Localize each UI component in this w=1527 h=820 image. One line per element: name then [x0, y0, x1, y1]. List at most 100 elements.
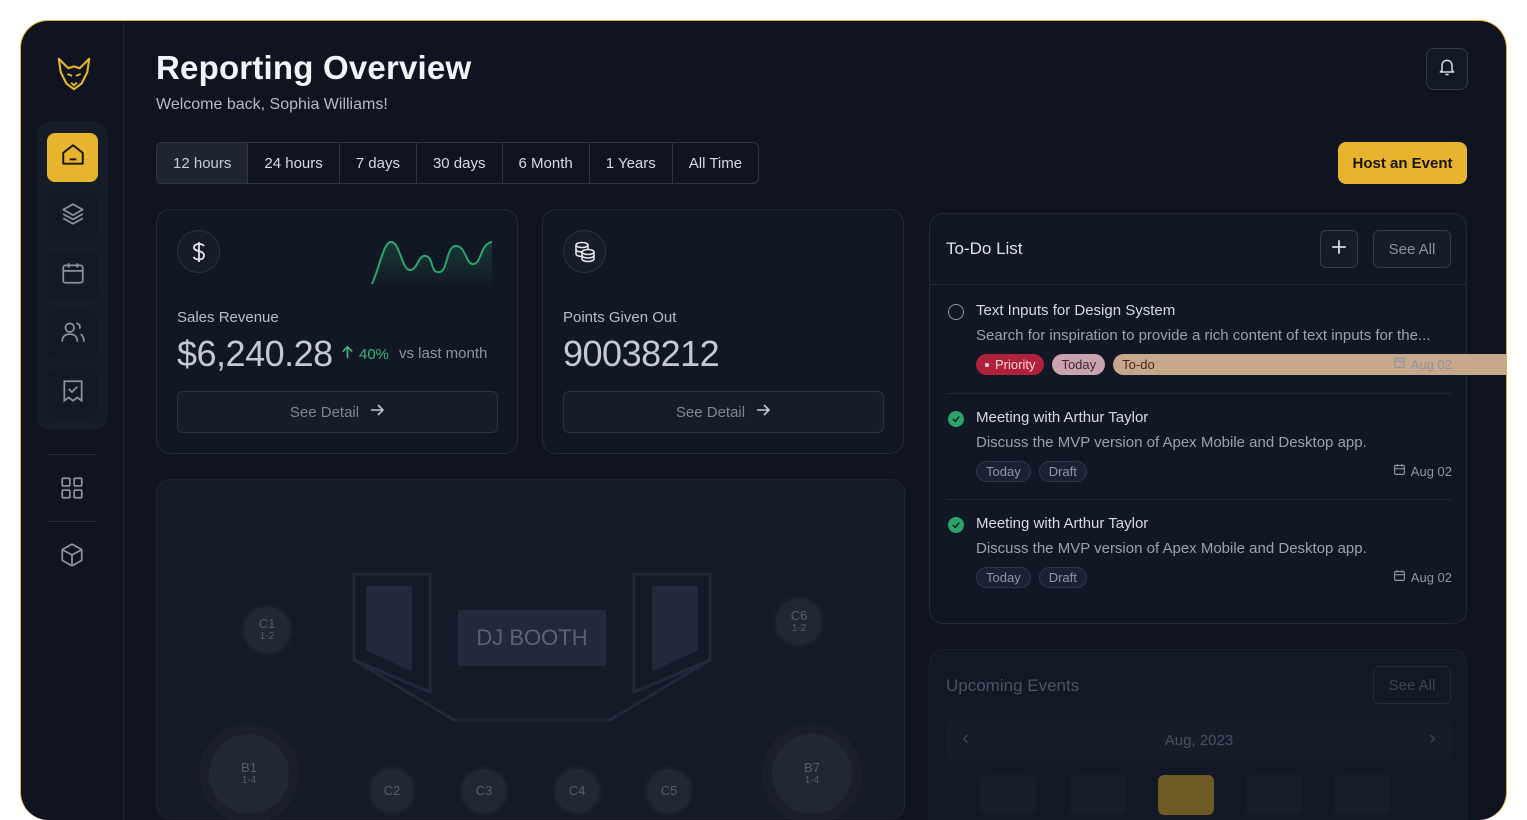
- table-name: C1: [258, 616, 276, 631]
- todo-title: To-Do List: [946, 239, 1023, 258]
- revenue-sparkline: [371, 241, 493, 288]
- table-c2[interactable]: C2: [367, 766, 417, 816]
- bell-icon: [1437, 57, 1457, 82]
- tag-draft: Draft: [1038, 461, 1087, 482]
- tag-draft: Draft: [1038, 567, 1087, 588]
- see-detail-label: See Detail: [675, 403, 746, 421]
- app-window: Reporting Overview Welcome back, Sophia …: [20, 20, 1507, 820]
- table-name: C6: [790, 608, 808, 623]
- points-given-card: Points Given Out 90038212 See Detail: [542, 209, 904, 454]
- check-circle-icon[interactable]: [948, 411, 964, 427]
- welcome-subtitle: Welcome back, Sophia Williams!: [156, 96, 388, 113]
- table-name: B1: [241, 760, 257, 775]
- table-c5[interactable]: C5: [644, 766, 694, 816]
- sales-revenue-value: $6,240.28: [177, 333, 333, 374]
- calendar-icon: [1393, 463, 1406, 479]
- sidebar-divider: [47, 454, 97, 455]
- todo-divider: [946, 499, 1452, 500]
- arrow-up-icon: [340, 345, 355, 364]
- table-c6[interactable]: C6 1-2: [773, 596, 825, 648]
- table-c4[interactable]: C4: [552, 766, 602, 816]
- check-circle-icon[interactable]: [948, 517, 964, 533]
- table-capacity: 1-4: [804, 775, 820, 786]
- dj-booth: DJ BOOTH: [458, 610, 606, 666]
- table-name: C4: [568, 783, 586, 798]
- points-see-detail-button[interactable]: See Detail: [563, 391, 884, 433]
- todo-date-text: Aug 02: [1410, 569, 1452, 585]
- todo-item[interactable]: Meeting with Arthur Taylor Discuss the M…: [946, 409, 1452, 489]
- tab-all-time[interactable]: All Time: [673, 143, 758, 183]
- plus-icon: [1330, 238, 1348, 261]
- notifications-button[interactable]: [1426, 48, 1468, 90]
- nav-item-home[interactable]: [47, 133, 98, 182]
- fox-logo[interactable]: [55, 55, 93, 93]
- table-capacity: 1-4: [241, 775, 257, 786]
- tag-today: Today: [976, 567, 1031, 588]
- calendar-icon: [1393, 569, 1406, 585]
- tab-30-days[interactable]: 30 days: [417, 143, 503, 183]
- table-capacity: 1-2: [791, 623, 807, 634]
- todo-divider: [930, 284, 1466, 285]
- add-todo-button[interactable]: [1320, 230, 1358, 268]
- chevron-left-icon[interactable]: [960, 732, 972, 749]
- cube-icon[interactable]: [59, 542, 85, 568]
- tab-7-days[interactable]: 7 days: [340, 143, 417, 183]
- todo-item[interactable]: Text Inputs for Design System Search for…: [946, 302, 1506, 382]
- table-b7[interactable]: B7 1-4: [762, 724, 862, 820]
- chevron-right-icon[interactable]: [1426, 732, 1438, 749]
- day-chip[interactable]: [980, 775, 1036, 815]
- sales-see-detail-button[interactable]: See Detail: [177, 391, 498, 433]
- table-c1[interactable]: C1 1-2: [241, 604, 293, 656]
- todo-item-date: Aug 02: [1393, 569, 1452, 585]
- arrow-right-icon: [755, 402, 771, 422]
- dot-icon: [985, 362, 989, 367]
- todo-item-description: Discuss the MVP version of Apex Mobile a…: [976, 434, 1367, 451]
- sales-revenue-card: Sales Revenue $6,240.28 40% vs last mont…: [156, 209, 518, 454]
- nav-item-calendar[interactable]: [47, 251, 98, 300]
- day-chip[interactable]: [1070, 775, 1126, 815]
- day-chip[interactable]: [1334, 775, 1390, 815]
- floor-plan: DJ BOOTH C1 1-2 C6 1-2 B1 1-4 B7 1-4 C2 …: [156, 479, 905, 820]
- month-switcher: Aug, 2023: [946, 720, 1452, 760]
- home-icon: [60, 142, 86, 173]
- tab-24-hours[interactable]: 24 hours: [248, 143, 340, 183]
- day-chip-selected[interactable]: [1158, 775, 1214, 815]
- sales-revenue-label: Sales Revenue: [177, 309, 279, 326]
- todo-item-date: Aug 02: [1393, 463, 1452, 479]
- table-name: B7: [804, 760, 820, 775]
- tab-1-years[interactable]: 1 Years: [590, 143, 673, 183]
- sidebar-divider: [47, 521, 97, 522]
- grid-icon[interactable]: [59, 475, 85, 501]
- time-range-tabs: 12 hours 24 hours 7 days 30 days 6 Month…: [156, 142, 760, 184]
- primary-nav: [37, 121, 108, 430]
- todo-item-description: Search for inspiration to provide a rich…: [976, 327, 1431, 344]
- host-event-button[interactable]: Host an Event: [1338, 142, 1467, 184]
- todo-item[interactable]: Meeting with Arthur Taylor Discuss the M…: [946, 515, 1452, 595]
- tag-label: Priority: [995, 357, 1036, 372]
- day-chip[interactable]: [1246, 775, 1302, 815]
- todo-item-tags: Today Draft: [976, 461, 1087, 482]
- revenue-delta: 40%: [340, 345, 389, 364]
- todo-item-tags: Today Draft: [976, 567, 1087, 588]
- tab-12-hours[interactable]: 12 hours: [157, 143, 249, 183]
- layers-icon: [60, 201, 86, 232]
- table-c3[interactable]: C3: [459, 766, 509, 816]
- see-detail-label: See Detail: [289, 403, 360, 421]
- nav-item-users[interactable]: [47, 310, 98, 359]
- tag-today: Today: [976, 461, 1031, 482]
- table-name: C5: [660, 783, 678, 798]
- todo-divider: [946, 393, 1452, 394]
- todo-see-all-button[interactable]: See All: [1373, 230, 1451, 268]
- table-capacity: 1-2: [259, 631, 275, 642]
- upcoming-events-title: Upcoming Events: [946, 676, 1080, 695]
- nav-item-layers[interactable]: [47, 192, 98, 241]
- nav-item-checklist[interactable]: [47, 369, 98, 418]
- table-b1[interactable]: B1 1-4: [199, 724, 299, 820]
- upcoming-see-all-button[interactable]: See All: [1373, 666, 1451, 704]
- todo-item-title: Meeting with Arthur Taylor: [976, 515, 1149, 532]
- sidebar: [21, 21, 124, 820]
- tab-6-month[interactable]: 6 Month: [503, 143, 590, 183]
- unchecked-circle-icon[interactable]: [948, 304, 964, 320]
- dollar-icon: [177, 230, 220, 273]
- upcoming-events-card: Upcoming Events See All Aug, 2023: [929, 649, 1467, 820]
